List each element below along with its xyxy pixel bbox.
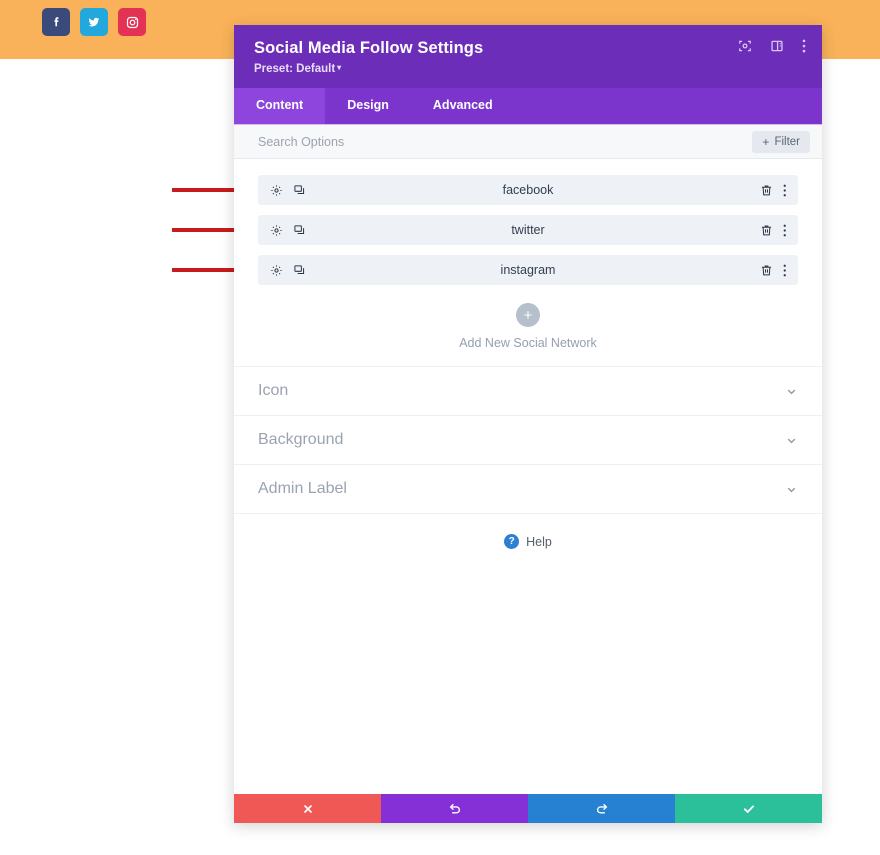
page-social-icons — [42, 8, 146, 36]
trash-icon[interactable] — [760, 264, 773, 277]
accordion-admin-label[interactable]: Admin Label — [234, 464, 822, 513]
redo-icon — [596, 803, 607, 813]
duplicate-icon[interactable] — [293, 264, 306, 277]
instagram-icon — [126, 16, 138, 28]
item-right-icons — [760, 224, 787, 237]
item-left-icons — [270, 264, 306, 277]
duplicate-icon[interactable] — [293, 184, 306, 197]
modal-body: facebook twitter instagram + Add New Soc… — [234, 159, 822, 794]
check-icon — [743, 804, 754, 813]
social-chip-twitter[interactable] — [80, 8, 108, 36]
plus-icon: + — [762, 134, 770, 149]
tab-advanced[interactable]: Advanced — [411, 88, 515, 124]
search-input[interactable] — [258, 134, 753, 149]
social-network-list: facebook twitter instagram — [234, 159, 822, 285]
social-chip-instagram[interactable] — [118, 8, 146, 36]
modal-header: Social Media Follow Settings Preset: Def… — [234, 25, 822, 88]
redo-button[interactable] — [528, 794, 675, 823]
help-link[interactable]: ? Help — [234, 513, 822, 569]
modal-tabs: Content Design Advanced — [234, 88, 822, 125]
more-vertical-icon[interactable] — [783, 184, 787, 197]
more-vertical-icon[interactable] — [783, 224, 787, 237]
more-vertical-icon[interactable] — [783, 264, 787, 277]
undo-icon — [449, 803, 460, 813]
tab-design[interactable]: Design — [325, 88, 411, 124]
list-item-twitter[interactable]: twitter — [258, 215, 798, 245]
more-vertical-icon[interactable] — [802, 39, 806, 53]
add-social-network[interactable]: + Add New Social Network — [234, 295, 822, 366]
screen: Social Media Follow Settings Preset: Def… — [0, 0, 880, 855]
plus-icon[interactable]: + — [516, 303, 540, 327]
chevron-down-icon: ▾ — [337, 63, 342, 72]
focus-icon[interactable] — [738, 39, 752, 53]
preset-selector[interactable]: Preset: Default ▾ — [254, 61, 802, 76]
gear-icon[interactable] — [270, 224, 283, 237]
accordion-background[interactable]: Background — [234, 415, 822, 464]
preset-label: Preset: Default — [254, 63, 336, 75]
filter-button-label: Filter — [774, 135, 800, 148]
help-label: Help — [526, 534, 552, 549]
close-icon — [303, 804, 312, 813]
list-item-facebook[interactable]: facebook — [258, 175, 798, 205]
chevron-down-icon[interactable] — [785, 483, 798, 496]
duplicate-icon[interactable] — [293, 224, 306, 237]
list-item-instagram[interactable]: instagram — [258, 255, 798, 285]
gear-icon[interactable] — [270, 184, 283, 197]
filter-button[interactable]: + Filter — [752, 130, 810, 153]
item-right-icons — [760, 264, 787, 277]
help-icon: ? — [504, 534, 520, 549]
add-social-network-label: Add New Social Network — [459, 336, 597, 350]
accordion-icon[interactable]: Icon — [234, 366, 822, 415]
item-left-icons — [270, 184, 306, 197]
cancel-button[interactable] — [234, 794, 381, 823]
chevron-down-icon[interactable] — [785, 385, 798, 398]
search-bar: + Filter — [234, 125, 822, 159]
page-title: Social Media Follow Settings — [254, 39, 484, 57]
list-item-label: facebook — [502, 183, 554, 197]
item-right-icons — [760, 184, 787, 197]
gear-icon[interactable] — [270, 264, 283, 277]
layout-panel-icon[interactable] — [770, 39, 784, 53]
accordion-label: Admin Label — [258, 480, 347, 497]
facebook-icon — [54, 16, 58, 26]
accordion-label: Background — [258, 431, 344, 448]
social-chip-facebook[interactable] — [42, 8, 70, 36]
list-item-label: twitter — [511, 223, 545, 237]
twitter-icon — [88, 17, 100, 27]
modal-footer — [234, 794, 822, 823]
chevron-down-icon[interactable] — [785, 434, 798, 447]
trash-icon[interactable] — [760, 224, 773, 237]
undo-button[interactable] — [381, 794, 528, 823]
trash-icon[interactable] — [760, 184, 773, 197]
header-icon-group — [738, 39, 806, 53]
settings-modal: Social Media Follow Settings Preset: Def… — [234, 25, 822, 823]
list-item-label: instagram — [500, 263, 556, 277]
item-left-icons — [270, 224, 306, 237]
accordion-label: Icon — [258, 382, 289, 399]
save-button[interactable] — [675, 794, 822, 823]
tab-content[interactable]: Content — [234, 88, 326, 124]
